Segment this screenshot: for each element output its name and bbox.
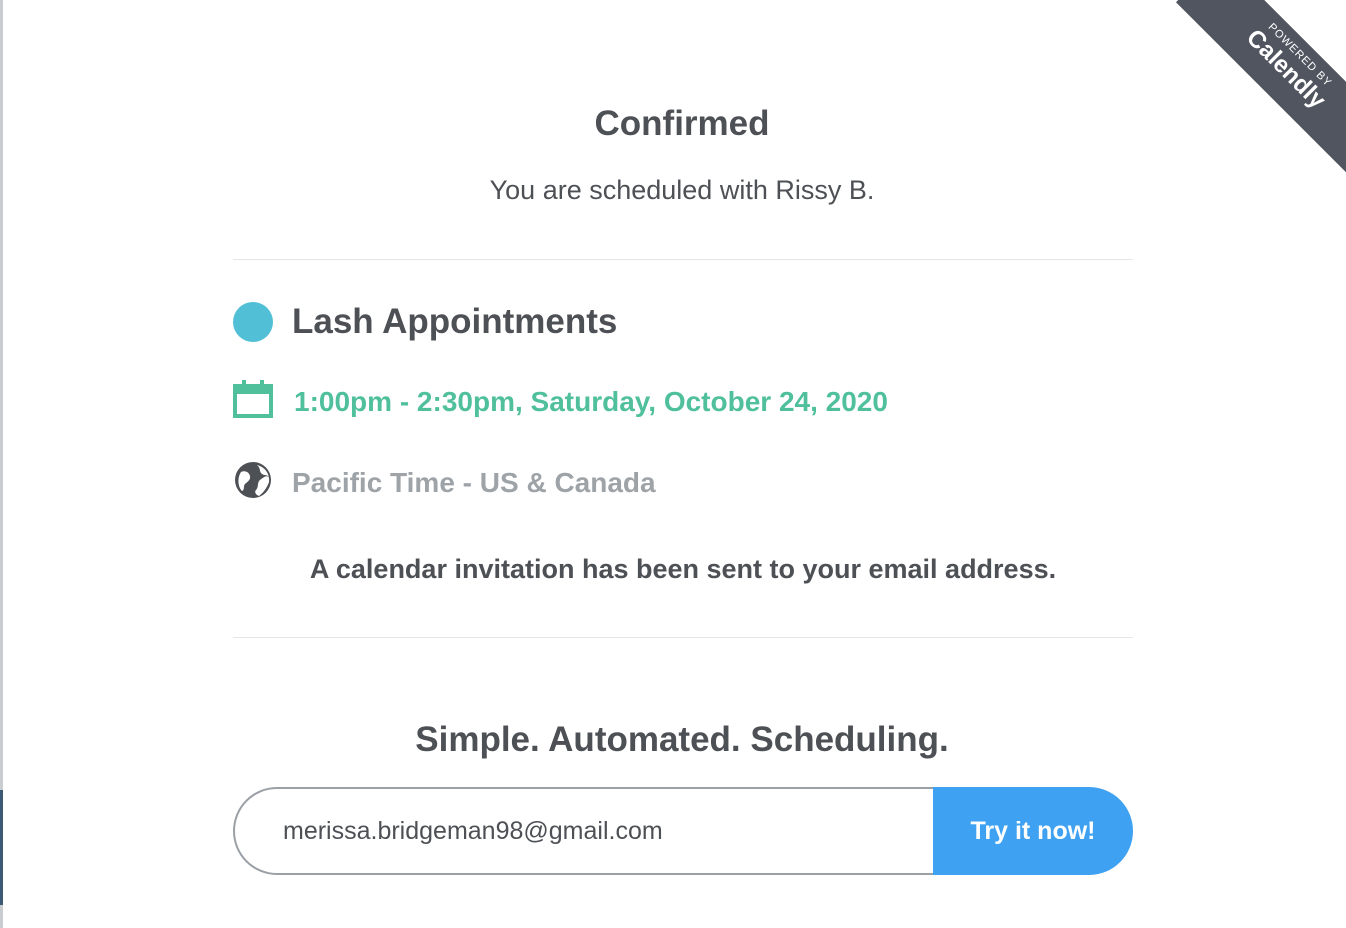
event-timezone: Pacific Time - US & Canada — [292, 466, 656, 498]
signup-form: Try it now! — [233, 787, 1133, 875]
event-name-row: Lash Appointments — [233, 302, 617, 342]
event-timezone-row: Pacific Time - US & Canada — [233, 460, 656, 505]
invitation-notice: A calendar invitation has been sent to y… — [309, 554, 1057, 584]
event-datetime: 1:00pm - 2:30pm, Saturday, October 24, 2… — [294, 385, 888, 417]
email-input[interactable] — [233, 787, 933, 875]
event-datetime-row: 1:00pm - 2:30pm, Saturday, October 24, 2… — [233, 379, 888, 424]
scheduled-with-text: You are scheduled with Rissy B. — [489, 175, 875, 205]
divider-top — [233, 259, 1133, 260]
powered-by-calendly-badge[interactable]: POWERED BY Calendly — [1166, 0, 1346, 180]
try-it-now-button[interactable]: Try it now! — [933, 787, 1133, 875]
event-name: Lash Appointments — [292, 302, 618, 341]
event-color-dot — [233, 302, 273, 342]
badge-ribbon: POWERED BY Calendly — [1175, 0, 1346, 180]
page-title: Confirmed — [594, 104, 770, 143]
window-left-edge-accent — [0, 790, 3, 905]
calendar-icon — [233, 379, 273, 424]
promo-tagline: Simple. Automated. Scheduling. — [415, 720, 949, 759]
globe-icon — [233, 460, 273, 505]
divider-bottom — [233, 637, 1133, 638]
